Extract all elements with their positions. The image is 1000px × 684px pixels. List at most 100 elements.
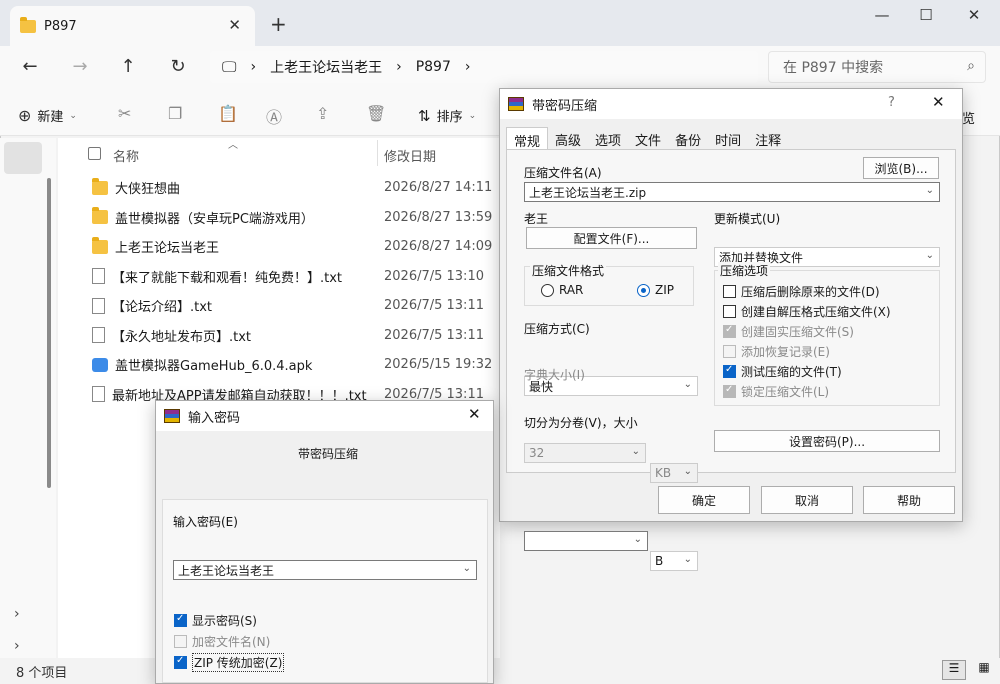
split-unit-select[interactable]: B ⌄	[650, 551, 698, 571]
radio-rar[interactable]	[541, 283, 554, 297]
close-window-button[interactable]: ✕	[954, 6, 994, 24]
tab-p897[interactable]: P897 ✕	[10, 6, 255, 46]
file-name: 【论坛介绍】.txt	[112, 300, 213, 315]
folder-icon	[92, 177, 108, 195]
option-label: 创建自解压格式压缩文件(X)	[741, 304, 891, 319]
ok-button[interactable]: 确定	[658, 486, 750, 514]
column-header-name[interactable]: 名称	[113, 146, 139, 165]
dictionary-unit: KB	[655, 466, 672, 480]
up-button[interactable]: ↑	[114, 56, 142, 77]
tiles-view-button[interactable]: ▦	[972, 660, 996, 680]
close-icon[interactable]: ✕	[932, 93, 945, 111]
details-view-button[interactable]: ☰	[942, 660, 966, 680]
maximize-button[interactable]: ☐	[906, 6, 946, 24]
file-modified-date: 2026/7/5 13:11	[384, 327, 484, 343]
plus-circle-icon: ⊕	[18, 106, 32, 125]
archive-name-label: 压缩文件名(A)	[524, 166, 602, 180]
show-password-checkbox[interactable]	[174, 613, 187, 627]
help-button[interactable]: 帮助	[863, 486, 955, 514]
chevron-right-icon: ›	[250, 59, 257, 75]
split-size-field[interactable]: ⌄	[524, 531, 648, 551]
option-checkbox[interactable]	[723, 384, 736, 398]
option-checkbox[interactable]	[723, 364, 736, 378]
forward-button[interactable]: →	[66, 56, 94, 77]
search-input[interactable]: 在 P897 中搜索 ⌕	[768, 51, 986, 83]
chevron-down-icon: ⌄	[468, 110, 477, 121]
list-item[interactable]: 大侠狂想曲 2026/8/27 14:11	[92, 173, 512, 202]
chevron-right-icon[interactable]: ›	[14, 606, 20, 622]
text-file-icon	[92, 327, 105, 343]
refresh-button[interactable]: ↻	[164, 56, 192, 77]
copy-icon[interactable]: ❐	[168, 104, 182, 123]
option-checkbox[interactable]	[723, 324, 736, 338]
file-modified-date: 2026/8/27 14:11	[384, 180, 493, 195]
archive-option[interactable]: 添加恢复记录(E)	[723, 341, 830, 361]
select-all-checkbox[interactable]	[88, 147, 101, 160]
sort-button[interactable]: ⇅ 排序 ⌄	[418, 106, 477, 126]
chevron-down-icon: ⌄	[69, 110, 77, 121]
password-dialog: 输入密码 ✕ 带密码压缩 输入密码(E) 上老王论坛当老王 ⌄ 显示密码(S) …	[155, 400, 494, 684]
set-password-button[interactable]: 设置密码(P)...	[714, 430, 940, 452]
cancel-button[interactable]: 取消	[761, 486, 853, 514]
list-item[interactable]: 【永久地址发布页】.txt 2026/7/5 13:11	[92, 321, 512, 350]
option-checkbox[interactable]	[723, 284, 736, 298]
new-tab-button[interactable]: +	[270, 12, 287, 36]
status-bar: 8 个项目	[0, 658, 1000, 684]
list-item[interactable]: 【来了就能下载和观看！纯免费！】.txt 2026/7/5 13:10	[92, 262, 512, 291]
dictionary-select[interactable]: 32 ⌄	[524, 443, 646, 463]
archive-option[interactable]: 锁定压缩文件(L)	[723, 381, 829, 401]
archive-name-field[interactable]: 上老王论坛当老王.zip ⌄	[524, 182, 940, 202]
file-modified-date: 2026/8/27 13:59	[384, 209, 493, 225]
archive-dialog: 带密码压缩 ? ✕ 常规 高级 选项 文件 备份 时间 注释 压缩文件名(A) …	[499, 88, 963, 571]
zip-legacy-option[interactable]: ZIP 传统加密(Z)	[174, 652, 285, 672]
list-item[interactable]: 上老王论坛当老王 2026/8/27 14:09	[92, 232, 512, 261]
column-header-modified[interactable]: 修改日期	[384, 146, 436, 165]
option-checkbox[interactable]	[723, 304, 736, 318]
paste-icon[interactable]: 📋	[218, 104, 238, 123]
encrypt-names-checkbox[interactable]	[174, 634, 187, 648]
archive-dialog-title: 带密码压缩	[532, 98, 598, 114]
list-item[interactable]: 盖世模拟器（安卓玩PC端游戏用） 2026/8/27 13:59	[92, 203, 512, 232]
file-modified-date: 2026/8/27 14:09	[384, 239, 493, 254]
column-divider[interactable]	[377, 140, 378, 166]
password-input[interactable]: 上老王论坛当老王 ⌄	[173, 560, 477, 580]
format-rar-radio[interactable]: RAR	[541, 280, 583, 300]
format-zip-radio[interactable]: ZIP	[637, 280, 674, 300]
archive-option[interactable]: 创建固实压缩文件(S)	[723, 321, 854, 341]
archive-option[interactable]: 压缩后删除原来的文件(D)	[723, 281, 880, 301]
minimize-button[interactable]: —	[862, 6, 902, 24]
encrypt-names-option[interactable]: 加密文件名(N)	[174, 631, 270, 651]
list-item[interactable]: 【论坛介绍】.txt 2026/7/5 13:11	[92, 291, 512, 320]
view-button[interactable]: 览	[962, 108, 975, 127]
show-password-option[interactable]: 显示密码(S)	[174, 610, 257, 630]
delete-icon[interactable]: 🗑	[366, 104, 386, 123]
rename-icon[interactable]: Ⓐ	[266, 104, 282, 128]
breadcrumb-item[interactable]: 上老王论坛当老王	[270, 57, 382, 77]
archive-option[interactable]: 创建自解压格式压缩文件(X)	[723, 301, 891, 321]
list-item[interactable]: 盖世模拟器GameHub_6.0.4.apk 2026/5/15 19:32	[92, 350, 512, 379]
option-checkbox[interactable]	[723, 344, 736, 358]
archive-dialog-titlebar: 带密码压缩 ? ✕	[500, 89, 962, 119]
tab-close-icon[interactable]: ✕	[228, 16, 241, 34]
scrollbar[interactable]	[47, 178, 51, 488]
breadcrumb-item[interactable]: P897	[416, 59, 451, 75]
share-icon[interactable]: ⇪	[316, 104, 329, 123]
new-button[interactable]: ⊕ 新建 ⌄	[18, 106, 77, 125]
browse-button[interactable]: 浏览(B)...	[863, 157, 939, 179]
zip-legacy-checkbox[interactable]	[174, 655, 187, 669]
breadcrumb[interactable]: 🖵 › 上老王论坛当老王 › P897 ›	[210, 51, 758, 83]
archive-option[interactable]: 测试压缩的文件(T)	[723, 361, 842, 381]
close-icon[interactable]: ✕	[468, 405, 481, 423]
profiles-button[interactable]: 配置文件(F)...	[526, 227, 697, 249]
dictionary-unit-select[interactable]: KB ⌄	[650, 463, 698, 483]
winrar-icon	[508, 97, 524, 111]
back-button[interactable]: ←	[16, 56, 44, 77]
radio-zip[interactable]	[637, 283, 650, 297]
file-modified-date: 2026/5/15 19:32	[384, 357, 493, 372]
help-glyph[interactable]: ?	[888, 95, 895, 110]
chevron-right-icon[interactable]: ›	[14, 638, 20, 654]
tab-title: P897	[44, 18, 77, 34]
password-value: 上老王论坛当老王	[178, 563, 275, 578]
nav-item-selected[interactable]	[4, 142, 42, 174]
cut-icon[interactable]: ✂	[118, 104, 131, 123]
